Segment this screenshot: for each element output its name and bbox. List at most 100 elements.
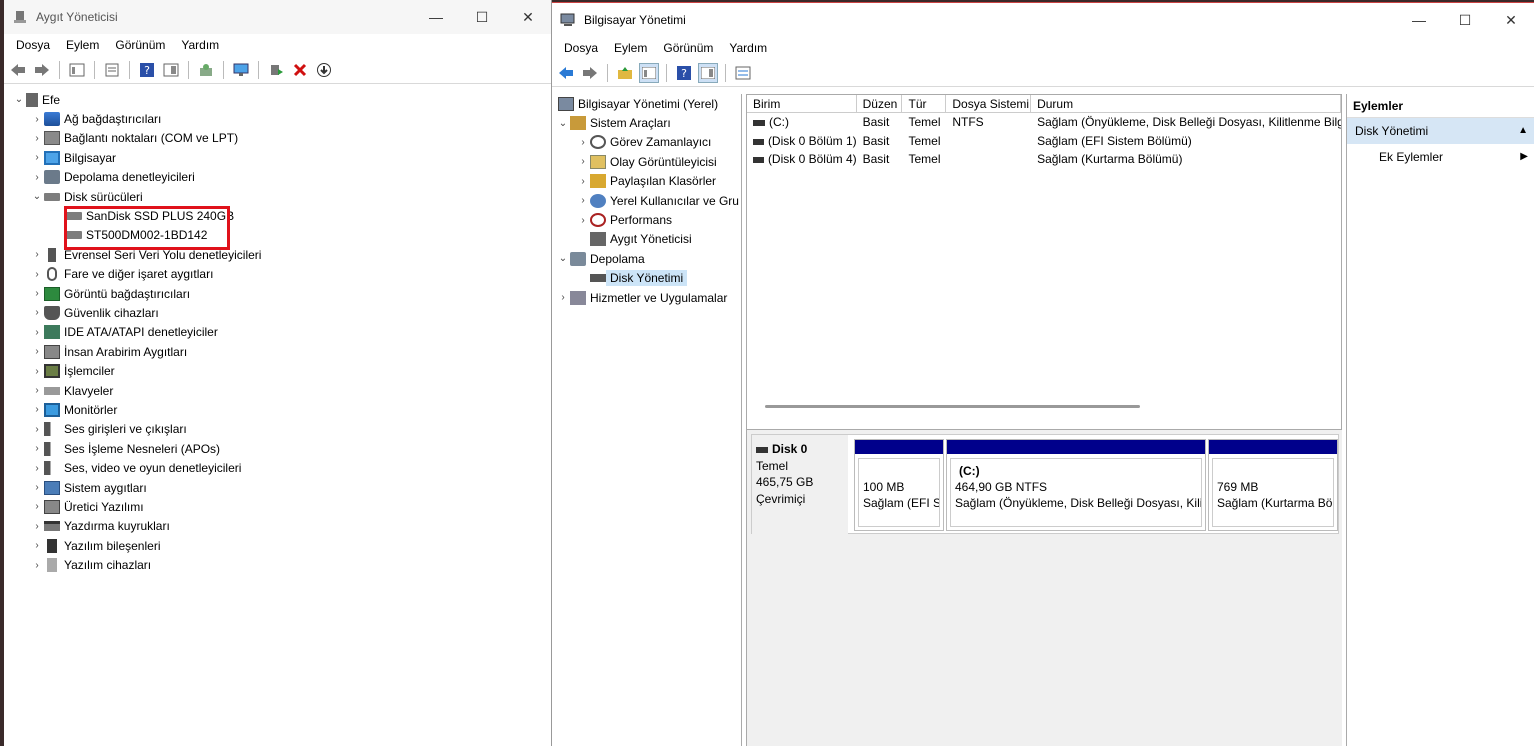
menu-view[interactable]: Görünüm bbox=[655, 41, 721, 55]
chevron-right-icon[interactable]: › bbox=[30, 482, 44, 493]
column-volume[interactable]: Birim bbox=[747, 95, 857, 112]
chevron-right-icon[interactable]: › bbox=[576, 176, 590, 187]
chevron-down-icon[interactable]: ⌄ bbox=[30, 191, 44, 202]
forward-arrow-icon[interactable] bbox=[32, 60, 52, 80]
tree-item-display[interactable]: › Görüntü bağdaştırıcıları bbox=[4, 284, 551, 303]
close-button[interactable]: ✕ bbox=[505, 0, 551, 34]
chevron-right-icon[interactable]: › bbox=[30, 288, 44, 299]
forward-arrow-icon[interactable] bbox=[580, 63, 600, 83]
nav-system-tools[interactable]: ⌄ Sistem Araçları bbox=[552, 113, 741, 132]
tree-item-system[interactable]: › Sistem aygıtları bbox=[4, 478, 551, 497]
tree-item-audio-apo[interactable]: › Ses İşleme Nesneleri (APOs) bbox=[4, 439, 551, 458]
partition-recovery[interactable]: 769 MB Sağlam (Kurtarma Bölü bbox=[1208, 439, 1338, 531]
disk-row[interactable]: Disk 0 Temel 465,75 GB Çevrimiçi 100 MB … bbox=[751, 434, 1339, 535]
tree-item-ports[interactable]: › Bağlantı noktaları (COM ve LPT) bbox=[4, 129, 551, 148]
actions-section-disk-management[interactable]: Disk Yönetimi ▲ bbox=[1347, 118, 1534, 144]
nav-disk-management[interactable]: Disk Yönetimi bbox=[552, 269, 741, 288]
chevron-right-icon[interactable]: › bbox=[30, 540, 44, 551]
chevron-right-icon[interactable]: › bbox=[30, 249, 44, 260]
chevron-right-icon[interactable]: › bbox=[576, 215, 590, 226]
chevron-right-icon[interactable]: › bbox=[556, 292, 570, 303]
table-row[interactable]: (C:) Basit Temel NTFS Sağlam (Önyükleme,… bbox=[747, 113, 1341, 132]
chevron-right-icon[interactable]: › bbox=[30, 307, 44, 318]
show-hide-tree-icon[interactable] bbox=[639, 62, 659, 83]
menu-action[interactable]: Eylem bbox=[58, 38, 107, 52]
show-hide-tree-icon[interactable] bbox=[67, 60, 87, 80]
nav-shared-folders[interactable]: › Paylaşılan Klasörler bbox=[552, 172, 741, 191]
tree-item-hid[interactable]: › İnsan Arabirim Aygıtları bbox=[4, 342, 551, 361]
chevron-right-icon[interactable]: › bbox=[30, 366, 44, 377]
tree-item-software-components[interactable]: › Yazılım bileşenleri bbox=[4, 536, 551, 555]
scan-hardware-icon[interactable] bbox=[196, 60, 216, 80]
column-type[interactable]: Tür bbox=[902, 95, 947, 112]
device-manager-titlebar[interactable]: Aygıt Yöneticisi — ☐ ✕ bbox=[4, 0, 551, 34]
update-driver-icon[interactable] bbox=[266, 60, 286, 80]
table-row[interactable]: (Disk 0 Bölüm 1) Basit Temel Sağlam (EFI… bbox=[747, 132, 1341, 151]
tree-item-keyboards[interactable]: › Klavyeler bbox=[4, 381, 551, 400]
help-icon[interactable]: ? bbox=[674, 63, 694, 83]
back-arrow-icon[interactable] bbox=[556, 63, 576, 83]
chevron-right-icon[interactable]: › bbox=[30, 501, 44, 512]
properties-icon[interactable] bbox=[102, 60, 122, 80]
up-folder-icon[interactable] bbox=[615, 63, 635, 83]
tree-item-security[interactable]: › Güvenlik cihazları bbox=[4, 303, 551, 322]
minimize-button[interactable]: — bbox=[1396, 3, 1442, 37]
menu-help[interactable]: Yardım bbox=[173, 38, 227, 52]
tree-item-firmware[interactable]: › Üretici Yazılımı bbox=[4, 497, 551, 516]
tree-item-disk-drives[interactable]: ⌄ Disk sürücüleri bbox=[4, 187, 551, 206]
horizontal-scrollbar[interactable] bbox=[765, 405, 1140, 408]
tree-item-ide[interactable]: › IDE ATA/ATAPI denetleyiciler bbox=[4, 323, 551, 342]
tree-item-mouse[interactable]: › Fare ve diğer işaret aygıtları bbox=[4, 265, 551, 284]
chevron-right-icon[interactable]: › bbox=[30, 346, 44, 357]
menu-action[interactable]: Eylem bbox=[606, 41, 655, 55]
partition-c[interactable]: (C:) 464,90 GB NTFS Sağlam (Önyükleme, D… bbox=[946, 439, 1206, 531]
chevron-down-icon[interactable]: ⌄ bbox=[556, 253, 570, 264]
chevron-right-icon[interactable]: › bbox=[30, 463, 44, 474]
download-circle-icon[interactable] bbox=[314, 60, 334, 80]
tree-item-sound-video[interactable]: › Ses, video ve oyun denetleyicileri bbox=[4, 458, 551, 477]
chevron-right-icon[interactable]: › bbox=[30, 521, 44, 532]
chevron-right-icon[interactable]: › bbox=[30, 404, 44, 415]
menu-file[interactable]: Dosya bbox=[556, 41, 606, 55]
computer-management-titlebar[interactable]: Bilgisayar Yönetimi — ☐ ✕ bbox=[552, 3, 1534, 37]
chevron-right-icon[interactable]: › bbox=[30, 327, 44, 338]
nav-device-manager[interactable]: Aygıt Yöneticisi bbox=[552, 230, 741, 249]
disk-label[interactable]: Disk 0 Temel 465,75 GB Çevrimiçi bbox=[752, 435, 848, 535]
tree-item-computer[interactable]: › Bilgisayar bbox=[4, 148, 551, 167]
nav-services[interactable]: › Hizmetler ve Uygulamalar bbox=[552, 288, 741, 307]
back-arrow-icon[interactable] bbox=[8, 60, 28, 80]
nav-local-users[interactable]: › Yerel Kullanıcılar ve Gru bbox=[552, 191, 741, 210]
nav-task-scheduler[interactable]: › Görev Zamanlayıcı bbox=[552, 133, 741, 152]
more-actions-item[interactable]: Ek Eylemler ▶ bbox=[1347, 144, 1534, 170]
table-row[interactable]: (Disk 0 Bölüm 4) Basit Temel Sağlam (Kur… bbox=[747, 150, 1341, 169]
column-layout[interactable]: Düzen bbox=[857, 95, 903, 112]
tree-item-storage[interactable]: › Depolama denetleyicileri bbox=[4, 168, 551, 187]
tree-item-software-devices[interactable]: › Yazılım cihazları bbox=[4, 555, 551, 574]
menu-view[interactable]: Görünüm bbox=[107, 38, 173, 52]
nav-performance[interactable]: › Performans bbox=[552, 210, 741, 229]
chevron-right-icon[interactable]: › bbox=[576, 195, 590, 206]
chevron-down-icon[interactable]: ⌄ bbox=[556, 118, 570, 129]
tree-root[interactable]: ⌄ Efe bbox=[4, 90, 551, 109]
chevron-right-icon[interactable]: › bbox=[30, 133, 44, 144]
chevron-down-icon[interactable]: ⌄ bbox=[12, 94, 26, 105]
chevron-right-icon[interactable]: › bbox=[30, 172, 44, 183]
partition-efi[interactable]: 100 MB Sağlam (EFI Sis bbox=[854, 439, 944, 531]
tree-item-monitors[interactable]: › Monitörler bbox=[4, 400, 551, 419]
tree-item-audio-io[interactable]: › Ses girişleri ve çıkışları bbox=[4, 420, 551, 439]
tree-item-processors[interactable]: › İşlemciler bbox=[4, 361, 551, 380]
tree-item-network[interactable]: › Ağ bağdaştırıcıları bbox=[4, 109, 551, 128]
menu-file[interactable]: Dosya bbox=[8, 38, 58, 52]
chevron-right-icon[interactable]: › bbox=[576, 156, 590, 167]
monitor-icon[interactable] bbox=[231, 60, 251, 80]
chevron-right-icon[interactable]: › bbox=[576, 137, 590, 148]
nav-root[interactable]: Bilgisayar Yönetimi (Yerel) bbox=[552, 94, 741, 113]
chevron-right-icon[interactable]: › bbox=[30, 152, 44, 163]
chevron-right-icon[interactable]: › bbox=[30, 443, 44, 454]
view-icon[interactable] bbox=[161, 60, 181, 80]
chevron-right-icon[interactable]: › bbox=[30, 424, 44, 435]
minimize-button[interactable]: — bbox=[413, 0, 459, 34]
menu-help[interactable]: Yardım bbox=[721, 41, 775, 55]
chevron-right-icon[interactable]: › bbox=[30, 269, 44, 280]
column-filesystem[interactable]: Dosya Sistemi bbox=[946, 95, 1032, 112]
